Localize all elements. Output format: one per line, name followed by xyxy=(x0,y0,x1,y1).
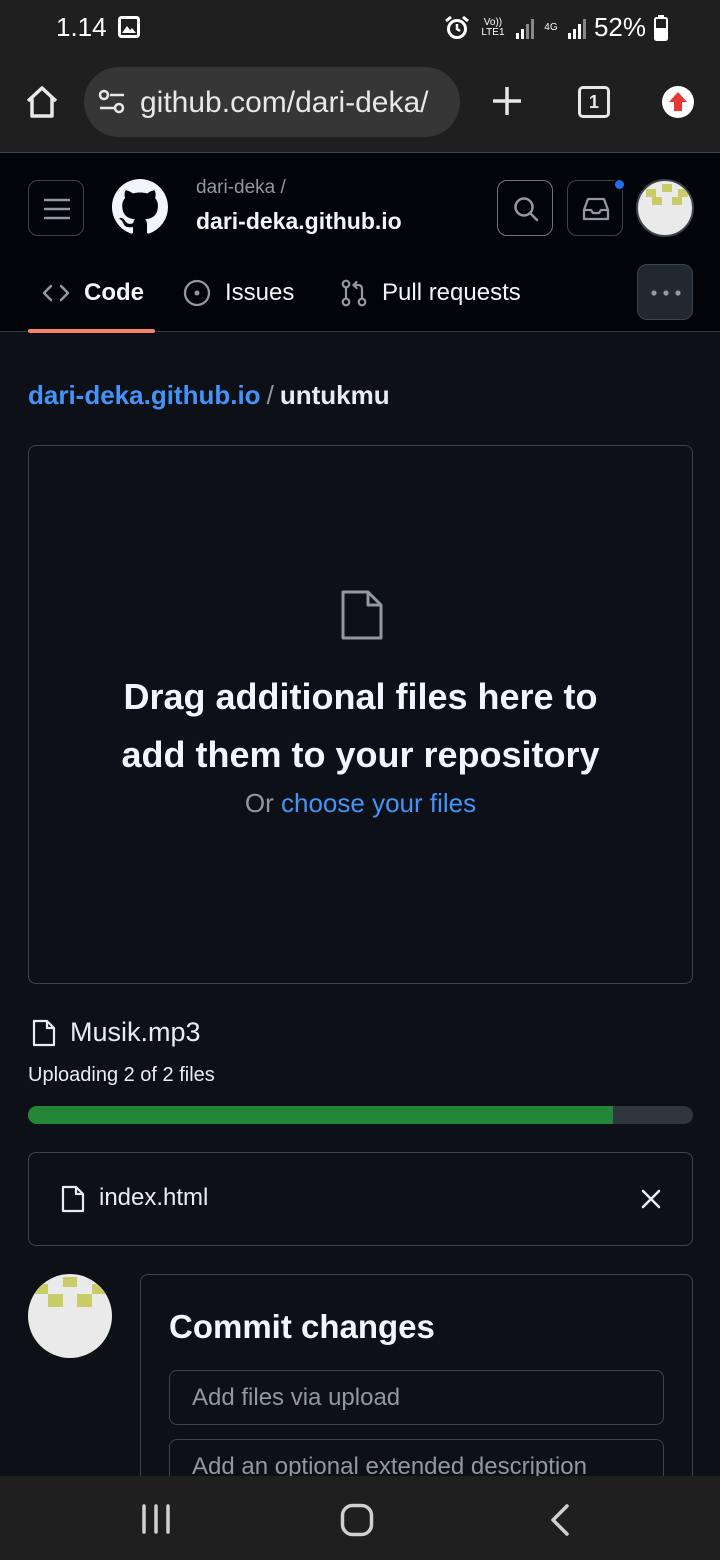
close-icon[interactable] xyxy=(641,1189,661,1209)
commit-title: Commit changes xyxy=(169,1308,435,1345)
browser-toolbar: github.com/dari-deka/ 1 xyxy=(0,56,720,152)
menu-button[interactable] xyxy=(28,180,84,236)
home-icon[interactable] xyxy=(24,84,60,120)
hamburger-icon xyxy=(44,197,70,221)
tab-switcher-button[interactable]: 1 xyxy=(578,86,610,118)
search-button[interactable] xyxy=(497,180,553,236)
upload-progress-bar xyxy=(28,1106,693,1124)
uploading-file-name: Musik.mp3 xyxy=(70,1017,201,1047)
breadcrumb-separator: / xyxy=(266,380,274,410)
tab-pull-requests[interactable]: Pull requests xyxy=(340,275,521,311)
upload-progress-fill xyxy=(28,1106,614,1124)
breadcrumb-folder: untukmu xyxy=(279,380,390,410)
unread-notification-dot xyxy=(613,178,626,191)
search-icon xyxy=(512,195,540,223)
volte-label: Vo)) LTE1 xyxy=(481,16,505,38)
alarm-icon xyxy=(444,15,470,41)
upload-dropzone[interactable]: Drag additional files here to add them t… xyxy=(28,445,693,984)
update-available-icon[interactable] xyxy=(661,85,695,119)
upload-status: Uploading 2 of 2 files xyxy=(28,1064,215,1086)
or-text: Or xyxy=(244,788,274,818)
status-bar: 1.14 Vo)) LTE1 4G 52% xyxy=(0,0,720,56)
breadcrumb-repo-link[interactable]: dari-deka.github.io xyxy=(28,380,261,410)
gallery-notification-icon xyxy=(118,16,140,38)
choose-files-link[interactable]: choose your files xyxy=(281,788,476,818)
recent-apps-icon[interactable] xyxy=(140,1503,172,1535)
signal-icon-1 xyxy=(515,17,534,39)
code-icon xyxy=(42,282,70,304)
user-avatar[interactable] xyxy=(636,179,694,237)
tab-label: Code xyxy=(84,279,144,306)
back-icon[interactable] xyxy=(548,1503,572,1537)
status-icons: Vo)) LTE1 4G 52% xyxy=(444,12,668,43)
repo-owner[interactable]: dari-deka / xyxy=(196,177,286,199)
more-tabs-button[interactable] xyxy=(637,264,693,320)
network-type-label: 4G xyxy=(544,21,558,33)
file-icon xyxy=(61,1185,85,1213)
battery-percent: 52% xyxy=(593,12,646,42)
signal-icon-2 xyxy=(567,17,586,39)
queued-file-name: index.html xyxy=(99,1184,209,1211)
inbox-icon xyxy=(582,196,610,222)
tab-code[interactable]: Code xyxy=(42,275,144,311)
url-text: github.com/dari-deka/ xyxy=(140,86,429,119)
file-icon xyxy=(340,589,384,641)
issue-icon xyxy=(183,279,211,307)
tab-label: Pull requests xyxy=(382,279,521,306)
android-navigation-bar xyxy=(0,1476,720,1560)
active-tab-indicator xyxy=(28,329,155,333)
github-logo-icon[interactable] xyxy=(112,179,168,235)
battery-icon xyxy=(654,14,668,41)
tab-issues[interactable]: Issues xyxy=(183,275,294,311)
queued-file-row: index.html xyxy=(28,1152,693,1246)
commit-summary-input[interactable]: Add files via upload xyxy=(169,1370,664,1425)
repo-name[interactable]: dari-deka.github.io xyxy=(196,208,402,235)
home-nav-icon[interactable] xyxy=(340,1503,374,1537)
new-tab-icon[interactable] xyxy=(490,84,524,118)
site-settings-icon[interactable] xyxy=(98,89,126,115)
pull-request-icon xyxy=(340,279,368,307)
tab-label: Issues xyxy=(225,279,295,306)
dropzone-subtitle: Or choose your files xyxy=(29,788,692,819)
kebab-horizontal-icon xyxy=(651,290,681,296)
breadcrumb: dari-deka.github.io / untukmu xyxy=(28,380,390,411)
address-bar[interactable]: github.com/dari-deka/ xyxy=(84,67,460,137)
commit-author-avatar xyxy=(28,1274,112,1358)
file-icon xyxy=(32,1019,56,1047)
github-header: dari-deka / dari-deka.github.io Code Iss… xyxy=(0,152,720,333)
clock-time: 1.14 xyxy=(56,12,107,42)
dropzone-title: Drag additional files here to add them t… xyxy=(121,676,600,775)
